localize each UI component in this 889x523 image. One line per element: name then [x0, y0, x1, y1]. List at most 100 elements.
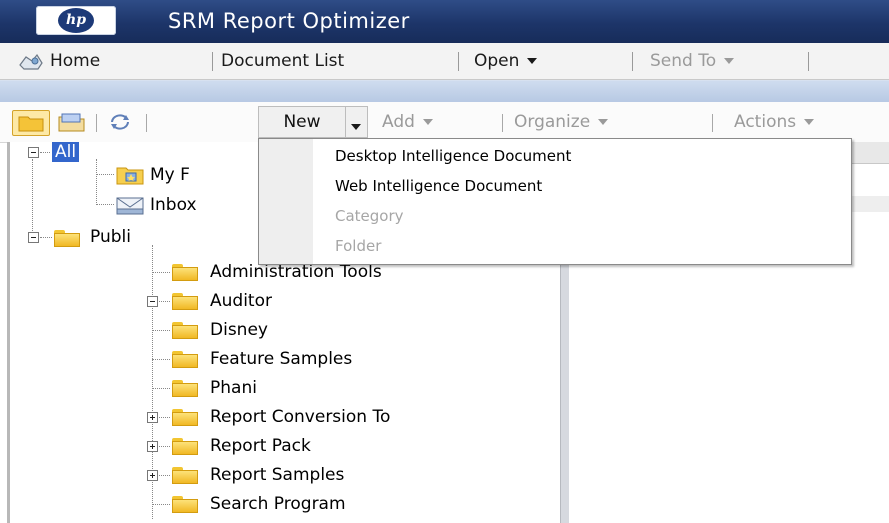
tree-connector: [32, 159, 33, 243]
folder-icon: [172, 438, 198, 455]
folder-icon: [172, 351, 198, 368]
tree-connector: [152, 272, 170, 273]
open-menu[interactable]: Open: [474, 43, 538, 79]
tree-item-label: Report Samples: [210, 465, 345, 485]
categories-icon[interactable]: [58, 112, 86, 136]
open-label: Open: [474, 51, 520, 71]
folder-icon: [54, 230, 80, 247]
tree-item-folder[interactable]: Search Program: [210, 489, 346, 519]
add-label: Add: [382, 112, 415, 132]
new-button[interactable]: New: [258, 106, 346, 138]
nav-separator: [458, 52, 459, 71]
tree-item-label: Disney: [210, 320, 268, 340]
tree-item-my-favorites[interactable]: My F: [150, 160, 190, 190]
send-to-label: Send To: [650, 51, 717, 71]
tree-connector: [152, 330, 170, 331]
tree-item-folder[interactable]: Disney: [210, 315, 268, 345]
menu-item-category[interactable]: Category: [335, 201, 404, 231]
toolbar-separator: [712, 114, 713, 132]
nav-bar: Home Document List Open Send To: [0, 43, 889, 80]
folder-icon: [172, 264, 198, 281]
toolbar-separator: [502, 114, 503, 132]
tree-item-label: Auditor: [210, 291, 272, 311]
document-list-link[interactable]: Document List: [221, 43, 344, 79]
tree-connector: [96, 204, 114, 205]
tree-connector: [40, 152, 50, 153]
tree-connector: [152, 504, 170, 505]
folder-icon: [172, 496, 198, 513]
tree-connector: [159, 417, 170, 418]
toolbar-separator: [96, 114, 97, 132]
tree-connector: [159, 475, 170, 476]
tree-connector: [159, 301, 170, 302]
organize-label: Organize: [514, 112, 591, 132]
tree-connector: [159, 446, 170, 447]
chevron-down-icon: [724, 58, 735, 64]
nav-separator: [632, 52, 633, 71]
tree-item-label: Publi: [90, 227, 131, 247]
tree-item-inbox[interactable]: Inbox: [150, 190, 197, 220]
actions-label: Actions: [734, 112, 797, 132]
tree-item-folder[interactable]: Feature Samples: [210, 344, 352, 374]
new-dropdown-button[interactable]: [346, 106, 368, 138]
menu-item-desktop-intelligence-document[interactable]: Desktop Intelligence Document: [335, 141, 571, 171]
favorites-folder-icon: [116, 165, 144, 189]
app-title: SRM Report Optimizer: [168, 9, 410, 33]
tree-connector: [96, 174, 114, 175]
tree-collapse-icon[interactable]: [28, 232, 39, 243]
tree-item-folder[interactable]: Report Conversion To: [210, 402, 560, 432]
tree-item-label: Phani: [210, 378, 257, 398]
tree-item-label: Feature Samples: [210, 349, 353, 369]
chevron-down-icon: [527, 58, 538, 64]
add-menu[interactable]: Add: [382, 102, 433, 142]
tree-item-label: Report Pack: [210, 436, 311, 456]
tree-expand-icon[interactable]: [147, 296, 158, 307]
nav-separator: [808, 52, 809, 71]
tree-item-label: Search Program: [210, 494, 346, 514]
menu-item-folder[interactable]: Folder: [335, 231, 381, 261]
chevron-down-icon: [351, 124, 361, 130]
toolbar: New Add Organize Actions: [0, 102, 889, 143]
hp-logo-text: hp: [58, 8, 94, 33]
new-menu: Desktop Intelligence Document Web Intell…: [258, 138, 852, 265]
toolbar-separator: [146, 114, 147, 132]
folders-toggle[interactable]: [12, 110, 50, 136]
actions-menu[interactable]: Actions: [734, 102, 815, 142]
folders-icon: [18, 114, 44, 136]
hp-logo: hp: [36, 6, 116, 35]
tree-item-label: Report Conversion To: [210, 407, 391, 427]
tree-item-folder[interactable]: Report Pack: [210, 431, 311, 461]
tree-connector: [152, 359, 170, 360]
organize-menu[interactable]: Organize: [514, 102, 609, 142]
inbox-icon: [116, 197, 144, 219]
tree-item-all[interactable]: All: [52, 137, 80, 167]
tree-expand-icon[interactable]: [147, 441, 158, 452]
folder-icon: [172, 293, 198, 310]
home-link[interactable]: Home: [50, 43, 100, 79]
tree-item-public-folders[interactable]: Publi: [90, 222, 131, 252]
chevron-down-icon: [804, 119, 815, 125]
folder-icon: [172, 322, 198, 339]
send-to-menu[interactable]: Send To: [650, 43, 735, 79]
nav-separator: [212, 52, 213, 71]
chevron-down-icon: [422, 119, 433, 125]
tree-connector: [152, 388, 170, 389]
header-band: [0, 80, 889, 103]
tree-connector: [40, 237, 52, 238]
tree-item-label: Administration Tools: [210, 262, 382, 282]
menu-icon-gutter: [259, 139, 313, 264]
tree-expand-icon[interactable]: [147, 412, 158, 423]
menu-item-web-intelligence-document[interactable]: Web Intelligence Document: [335, 171, 542, 201]
tree-item-label: All: [52, 142, 80, 162]
tree-collapse-icon[interactable]: [28, 147, 39, 158]
tree-item-folder[interactable]: Auditor: [210, 286, 272, 316]
tree-item-label: Inbox: [150, 195, 197, 215]
refresh-icon[interactable]: [107, 112, 133, 136]
home-icon[interactable]: [18, 51, 44, 75]
tree-item-folder[interactable]: Report Samples: [210, 460, 344, 490]
tree-connector: [96, 159, 97, 205]
title-bar: hp SRM Report Optimizer: [0, 0, 889, 43]
chevron-down-icon: [598, 119, 609, 125]
tree-expand-icon[interactable]: [147, 470, 158, 481]
tree-item-folder[interactable]: Phani: [210, 373, 257, 403]
